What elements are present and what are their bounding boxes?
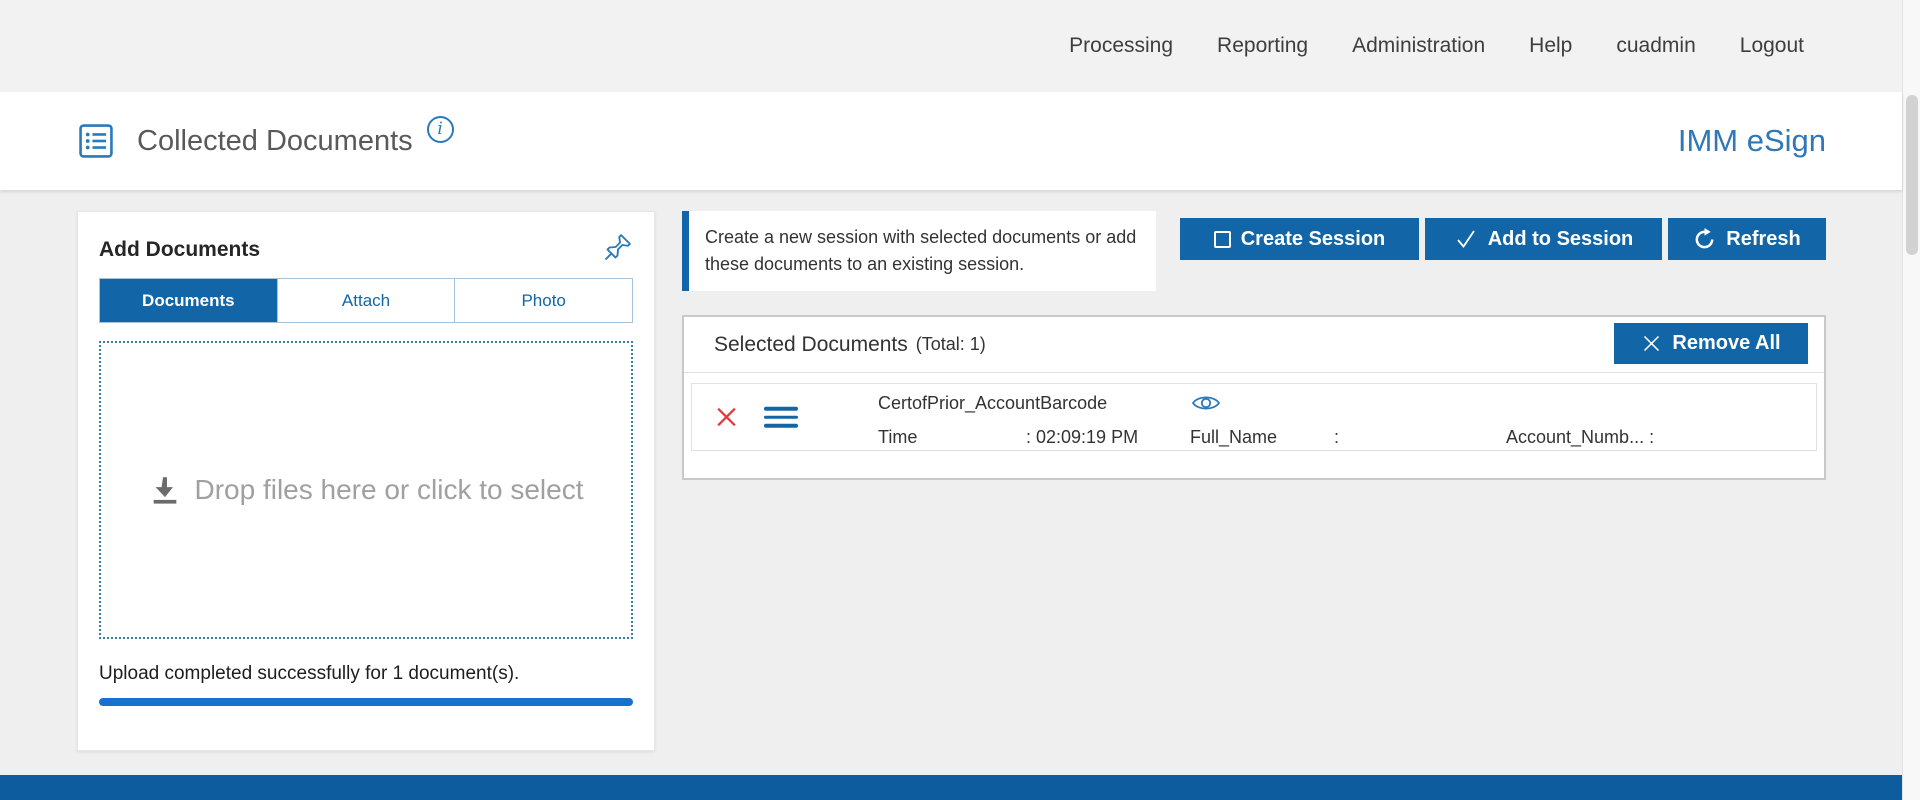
nav-item-logout[interactable]: Logout — [1740, 34, 1804, 58]
drag-handle-icon[interactable] — [764, 407, 798, 428]
info-icon[interactable]: i — [427, 116, 454, 143]
selected-documents-header: Selected Documents (Total: 1) Remove All — [684, 317, 1824, 373]
full-name-value: : — [1334, 427, 1506, 448]
scrollbar-thumb[interactable] — [1906, 95, 1918, 255]
close-icon — [1641, 333, 1662, 354]
nav-item-reporting[interactable]: Reporting — [1217, 34, 1308, 58]
add-to-session-button[interactable]: Add to Session — [1425, 218, 1662, 260]
dropzone-text: Drop files here or click to select — [194, 474, 583, 506]
delete-document-icon[interactable] — [714, 405, 739, 430]
refresh-icon — [1693, 228, 1716, 251]
main-content: Add Documents Documents Attach Photo — [0, 190, 1902, 775]
remove-all-button[interactable]: Remove All — [1614, 323, 1808, 364]
session-info-text: Create a new session with selected docum… — [705, 224, 1140, 278]
tab-attach[interactable]: Attach — [277, 279, 455, 322]
account-number-label: Account_Numb... : — [1506, 427, 1654, 448]
refresh-label: Refresh — [1726, 228, 1800, 251]
nav-item-help[interactable]: Help — [1529, 34, 1572, 58]
selected-documents-title: Selected Documents — [714, 333, 908, 357]
add-documents-header: Add Documents — [99, 232, 633, 262]
collected-documents-icon — [77, 122, 115, 160]
check-icon — [1454, 227, 1478, 251]
app-window: Processing Reporting Administration Help… — [0, 0, 1920, 800]
footer-bar — [0, 775, 1902, 800]
vertical-scrollbar[interactable] — [1902, 0, 1920, 800]
time-value: : 02:09:19 PM — [1026, 427, 1190, 448]
document-row-content: CertofPrior_AccountBarcode Time : 02:09:… — [878, 392, 1804, 448]
create-session-button[interactable]: Create Session — [1180, 218, 1419, 260]
tab-photo[interactable]: Photo — [454, 279, 632, 322]
document-row: CertofPrior_AccountBarcode Time : 02:09:… — [691, 383, 1817, 451]
upload-progress-bar — [99, 698, 633, 706]
selected-documents-panel: Selected Documents (Total: 1) Remove All — [682, 315, 1826, 480]
add-to-session-label: Add to Session — [1488, 228, 1634, 251]
full-name-label: Full_Name — [1190, 427, 1334, 448]
refresh-button[interactable]: Refresh — [1668, 218, 1826, 260]
tab-documents[interactable]: Documents — [100, 279, 277, 322]
nav-item-processing[interactable]: Processing — [1069, 34, 1173, 58]
remove-all-label: Remove All — [1672, 332, 1780, 355]
add-documents-title: Add Documents — [99, 232, 260, 262]
preview-eye-icon[interactable] — [1191, 392, 1221, 414]
page-title: Collected Documents — [137, 125, 413, 158]
add-documents-tabs: Documents Attach Photo — [99, 278, 633, 323]
session-info-box: Create a new session with selected docum… — [682, 211, 1156, 291]
selected-documents-total: (Total: 1) — [916, 334, 986, 355]
pin-icon[interactable] — [603, 232, 633, 262]
square-icon — [1214, 231, 1231, 248]
top-navigation: Processing Reporting Administration Help… — [0, 0, 1902, 92]
upload-status-text: Upload completed successfully for 1 docu… — [99, 663, 633, 685]
brand-logo: IMM eSign — [1678, 123, 1826, 159]
session-action-buttons: Create Session Add to Session Refresh — [1180, 218, 1826, 260]
add-documents-panel: Add Documents Documents Attach Photo — [77, 211, 655, 751]
time-label: Time — [878, 427, 1026, 448]
file-dropzone[interactable]: Drop files here or click to select — [99, 341, 633, 639]
create-session-label: Create Session — [1241, 228, 1386, 251]
download-icon — [148, 473, 182, 507]
document-name: CertofPrior_AccountBarcode — [878, 393, 1107, 414]
nav-item-user-cuadmin[interactable]: cuadmin — [1616, 34, 1695, 58]
page-header: Collected Documents i IMM eSign — [0, 92, 1902, 190]
nav-item-administration[interactable]: Administration — [1352, 34, 1485, 58]
